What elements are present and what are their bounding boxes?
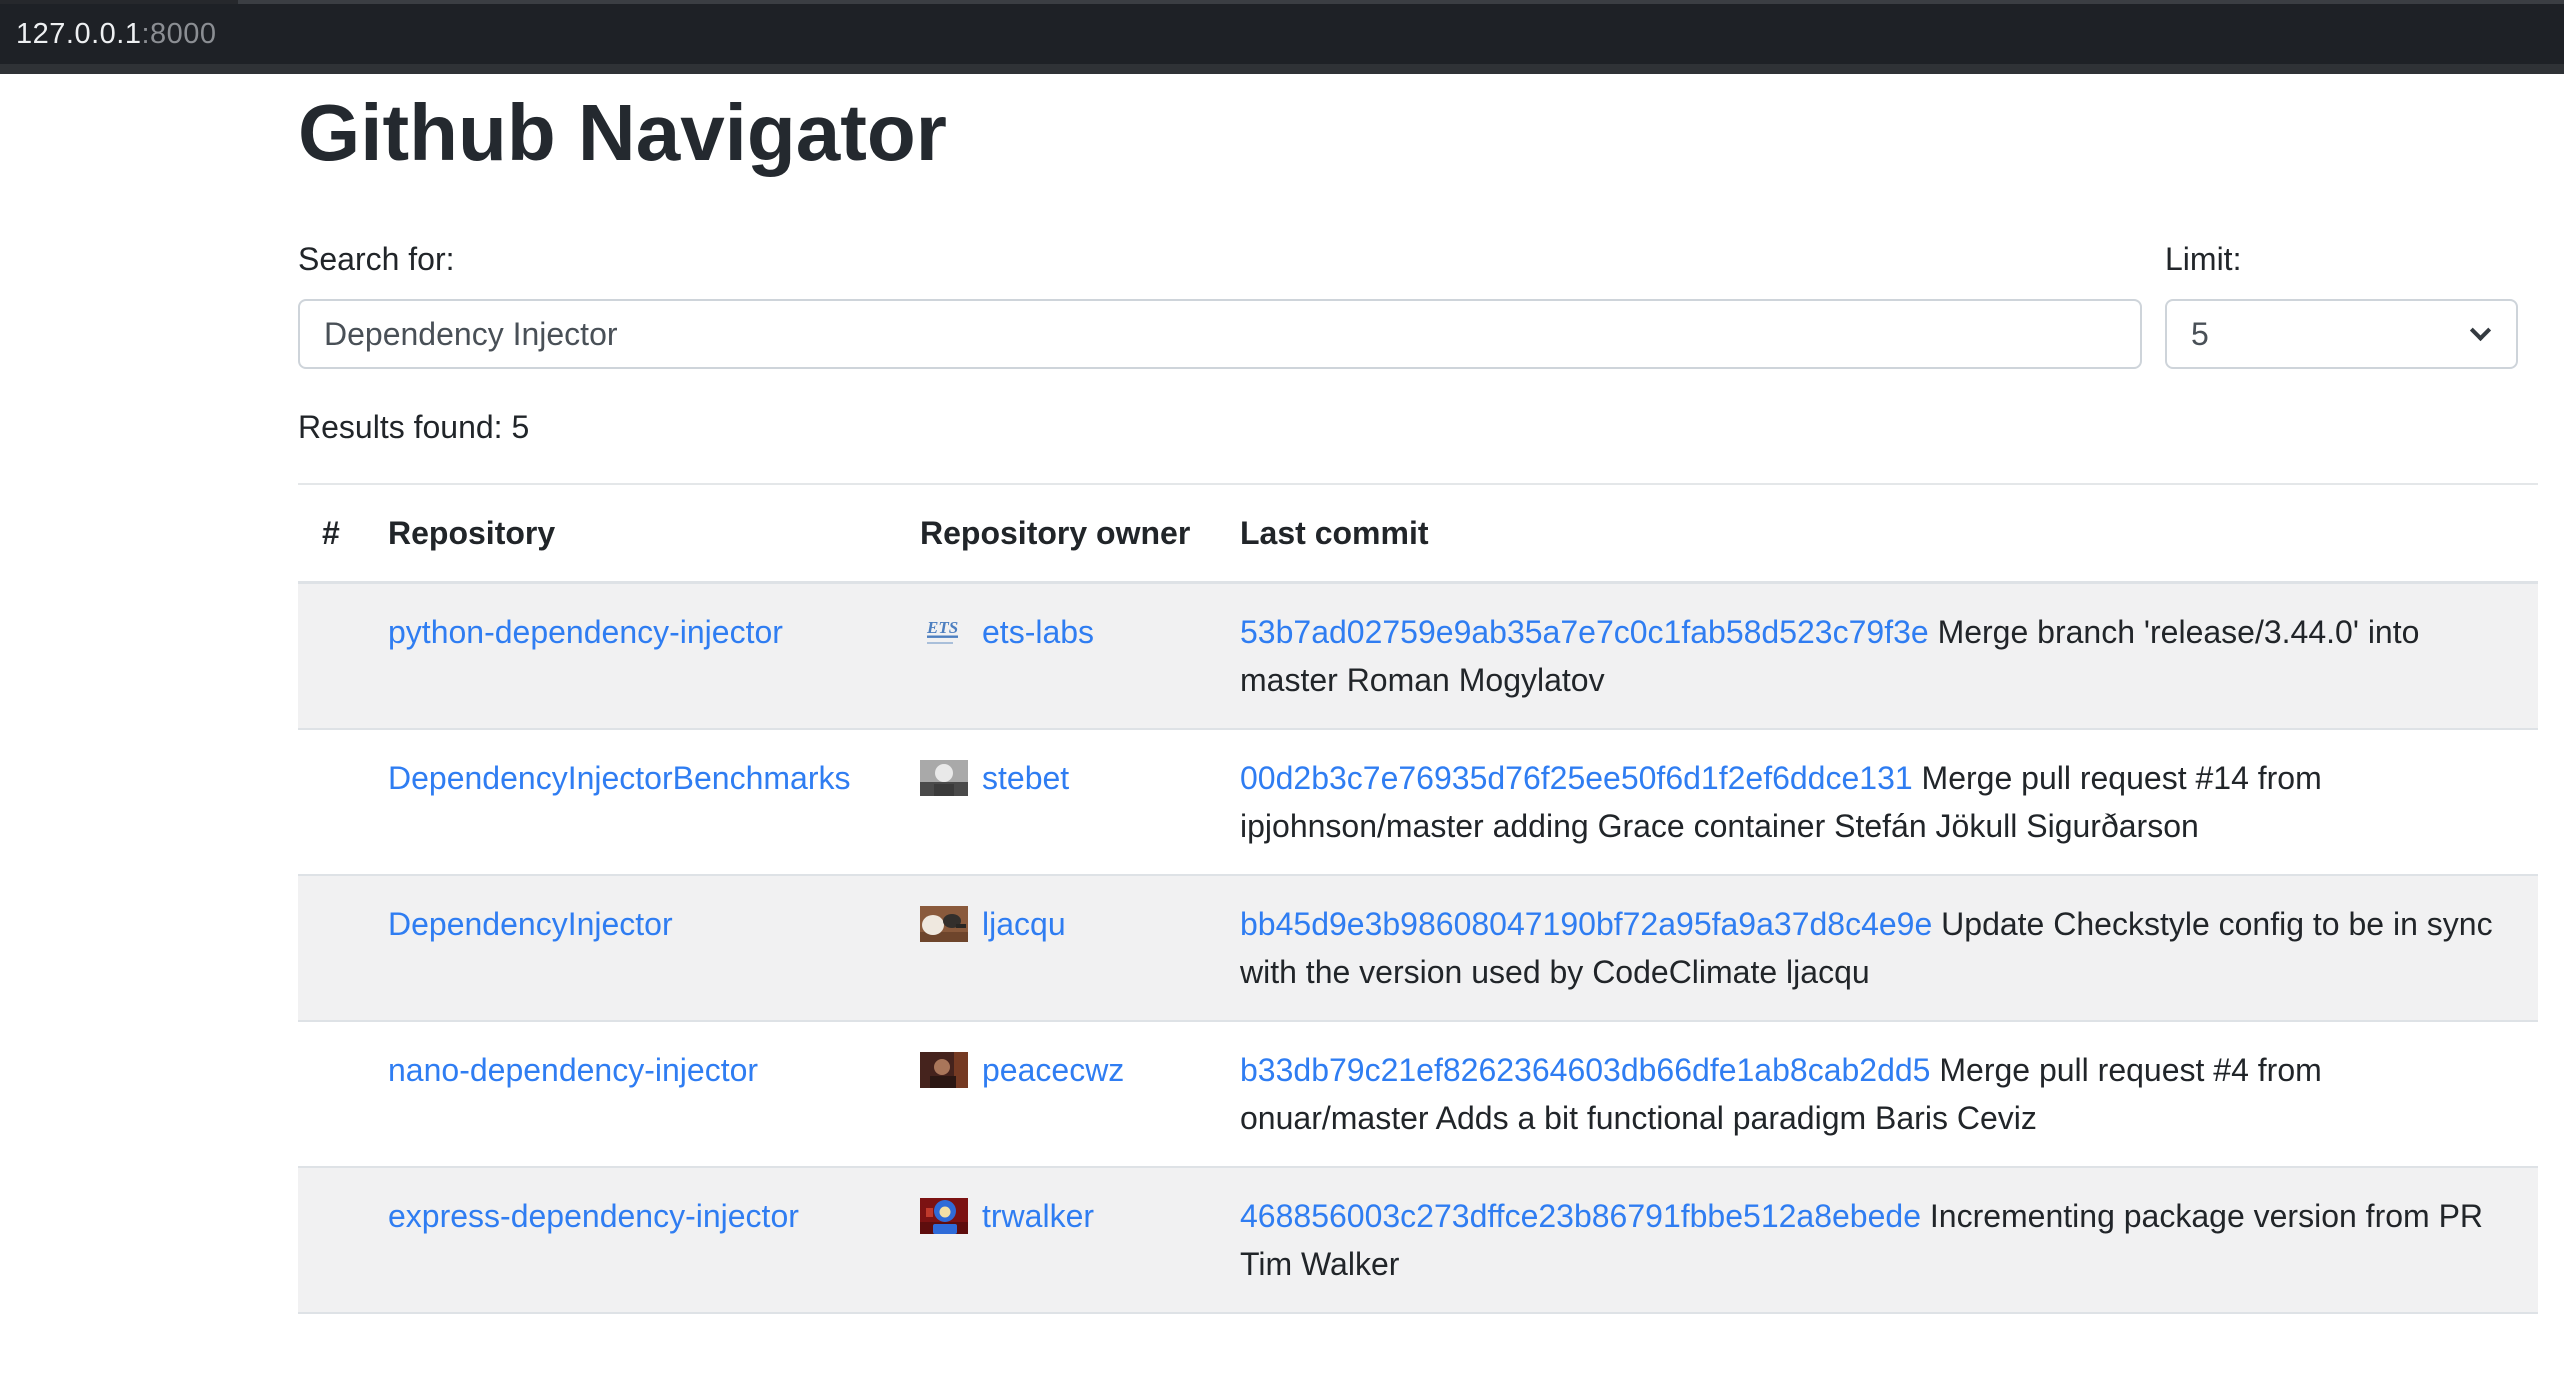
commit-hash-link[interactable]: 468856003c273dffce23b86791fbbe512a8ebede (1240, 1198, 1921, 1234)
row-number-cell (298, 729, 364, 875)
header-last-commit: Last commit (1216, 484, 2538, 583)
limit-select[interactable]: 5 (2165, 299, 2518, 369)
table-row: nano-dependency-injector peacecwz b33db7… (298, 1021, 2538, 1167)
last-commit-cell: b33db79c21ef8262364603db66dfe1ab8cab2dd5… (1216, 1021, 2538, 1167)
owner-avatar (920, 1052, 968, 1088)
row-number-cell (298, 1021, 364, 1167)
owner-avatar (920, 760, 968, 796)
repository-cell: nano-dependency-injector (364, 1021, 896, 1167)
repository-owner-link[interactable]: stebet (982, 754, 1069, 802)
last-commit-cell: bb45d9e3b98608047190bf72a95fa9a37d8c4e9e… (1216, 875, 2538, 1021)
repository-cell: express-dependency-injector (364, 1167, 896, 1313)
table-row: DependencyInjectorBenchmarks stebet 00d2… (298, 729, 2538, 875)
repository-owner-cell: trwalker (896, 1167, 1216, 1313)
repository-owner-link[interactable]: trwalker (982, 1192, 1094, 1240)
results-table-body: python-dependency-injector ETS ets-labs … (298, 583, 2538, 1314)
owner-avatar (920, 1198, 968, 1234)
owner-avatar (920, 906, 968, 942)
table-row: DependencyInjector ljacqu bb45d9e3b98608… (298, 875, 2538, 1021)
commit-hash-link[interactable]: 53b7ad02759e9ab35a7e7c0c1fab58d523c79f3e (1240, 614, 1929, 650)
last-commit-cell: 53b7ad02759e9ab35a7e7c0c1fab58d523c79f3e… (1216, 583, 2538, 730)
repository-owner-cell: ljacqu (896, 875, 1216, 1021)
url-host: 127.0.0.1 (16, 18, 141, 50)
results-table: # Repository Repository owner Last commi… (298, 483, 2538, 1314)
search-form: Search for: Limit: 5 (298, 235, 2518, 369)
repository-link[interactable]: nano-dependency-injector (388, 1052, 758, 1088)
repository-cell: DependencyInjector (364, 875, 896, 1021)
repository-link[interactable]: express-dependency-injector (388, 1198, 799, 1234)
browser-toolbar: 127.0.0.1:8000 (0, 0, 2564, 74)
limit-field-group: Limit: 5 (2165, 235, 2518, 369)
repository-cell: DependencyInjectorBenchmarks (364, 729, 896, 875)
search-field-group: Search for: (298, 235, 2142, 369)
results-summary: Results found: 5 (298, 403, 2538, 451)
row-number-cell (298, 1167, 364, 1313)
url-port: :8000 (141, 18, 216, 50)
limit-label: Limit: (2165, 235, 2518, 283)
header-repository-owner: Repository owner (896, 484, 1216, 583)
repository-link[interactable]: DependencyInjector (388, 906, 673, 942)
row-number-cell (298, 875, 364, 1021)
row-number-cell (298, 583, 364, 730)
search-input[interactable] (298, 299, 2142, 369)
repository-owner-link[interactable]: ljacqu (982, 900, 1066, 948)
last-commit-cell: 468856003c273dffce23b86791fbbe512a8ebede… (1216, 1167, 2538, 1313)
search-label: Search for: (298, 235, 2142, 283)
repository-owner-cell: stebet (896, 729, 1216, 875)
repository-owner-cell: peacecwz (896, 1021, 1216, 1167)
repository-owner-link[interactable]: ets-labs (982, 608, 1094, 656)
commit-hash-link[interactable]: b33db79c21ef8262364603db66dfe1ab8cab2dd5 (1240, 1052, 1930, 1088)
browser-toolbar-divider (0, 64, 2564, 74)
page-container: Github Navigator Search for: Limit: 5 Re… (298, 85, 2538, 1314)
repository-owner-link[interactable]: peacecwz (982, 1046, 1124, 1094)
header-repository: Repository (364, 484, 896, 583)
table-row: python-dependency-injector ETS ets-labs … (298, 583, 2538, 730)
repository-owner-cell: ETS ets-labs (896, 583, 1216, 730)
repository-cell: python-dependency-injector (364, 583, 896, 730)
commit-hash-link[interactable]: 00d2b3c7e76935d76f25ee50f6d1f2ef6ddce131 (1240, 760, 1913, 796)
browser-tab-strip (0, 0, 2564, 4)
header-number: # (298, 484, 364, 583)
address-bar[interactable]: 127.0.0.1:8000 (16, 4, 217, 64)
repository-link[interactable]: python-dependency-injector (388, 614, 783, 650)
repository-link[interactable]: DependencyInjectorBenchmarks (388, 760, 850, 796)
last-commit-cell: 00d2b3c7e76935d76f25ee50f6d1f2ef6ddce131… (1216, 729, 2538, 875)
commit-hash-link[interactable]: bb45d9e3b98608047190bf72a95fa9a37d8c4e9e (1240, 906, 1932, 942)
table-row: express-dependency-injector trwalker 468… (298, 1167, 2538, 1313)
page-title: Github Navigator (298, 85, 2538, 181)
table-header-row: # Repository Repository owner Last commi… (298, 484, 2538, 583)
svg-text:ETS: ETS (926, 618, 958, 637)
owner-avatar: ETS (920, 614, 968, 650)
